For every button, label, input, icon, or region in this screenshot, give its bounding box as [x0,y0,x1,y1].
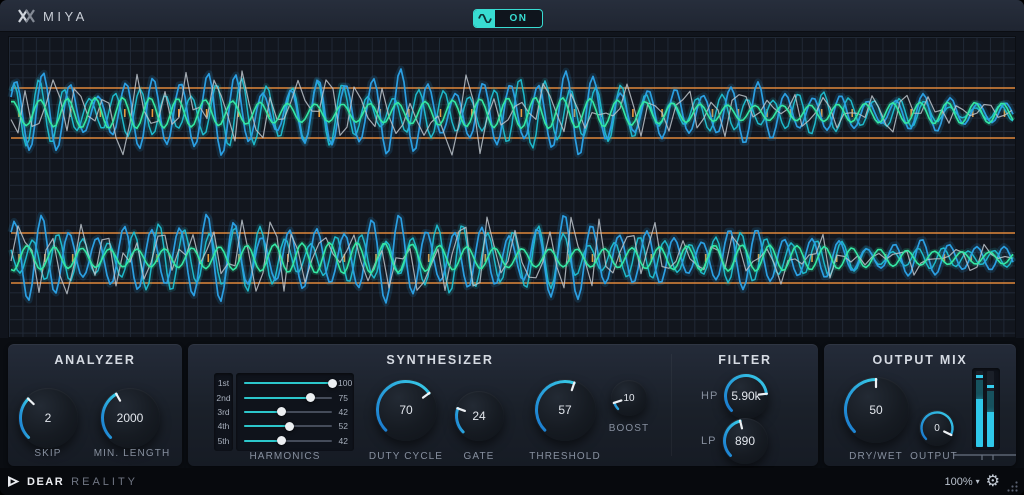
sine-wave-icon [474,10,495,27]
meter-bar-right [987,371,994,447]
output-mix-title: OUTPUT MIX [824,353,1016,367]
harmonic-slider-track[interactable] [244,397,332,399]
filter-title: FILTER [685,353,805,367]
hp-knob[interactable]: 5.90k [723,373,769,419]
synthesizer-panel: SYNTHESIZER 1st 2nd 3rd 4th 5th 100 75 [188,344,818,466]
harmonic-slider-track[interactable] [244,440,332,442]
harmonic-slider-row: 75 [244,391,348,405]
hp-label: HP [701,390,718,402]
output-knob[interactable]: 0 [919,410,955,446]
knob-value: 70 [375,379,437,441]
meter-link-line [954,452,1016,461]
brand-light-text: REALITY [71,476,138,488]
miya-plugin-window: MIYA ON ANALYZER 2 [0,0,1024,495]
knob-value: 890 [722,418,768,464]
knob-value: 2000 [100,388,160,448]
harmonic-slider-track[interactable] [244,382,332,384]
skip-knob[interactable]: 2 [18,388,78,448]
knob-value: 50 [843,377,909,443]
skip-label: SKIP [8,448,88,459]
miya-logo-icon [18,9,35,23]
harmonic-value: 75 [338,393,348,403]
harmonic-slider-handle[interactable] [277,407,286,416]
zoom-level-select[interactable]: 100% ▾ [945,476,980,488]
output-mix-panel: OUTPUT MIX 50 0 DRY/WET OUTPUT [824,344,1016,466]
lp-knob[interactable]: 890 [722,418,768,464]
dear-reality-brand: DEAR REALITY [8,475,138,488]
threshold-knob[interactable]: 57 [534,379,596,441]
harmonic-row-label: 3rd [214,407,233,417]
harmonic-slider-handle[interactable] [277,436,286,445]
boost-knob[interactable]: 10 [611,380,647,416]
harmonics-label-column: 1st 2nd 3rd 4th 5th [214,373,233,451]
knob-value: 24 [454,391,504,441]
title-bar: MIYA ON [0,0,1024,32]
knob-value: 5.90k [723,373,769,419]
dry-wet-knob[interactable]: 50 [843,377,909,443]
harmonic-row-label: 4th [214,421,233,431]
power-toggle-label: ON [495,10,542,27]
waveform-display [8,36,1016,338]
waveform-traces [9,37,1017,339]
meter-bar-left [976,371,983,447]
knob-value: 0 [919,410,955,446]
knob-value: 10 [611,380,647,416]
knob-value: 57 [534,379,596,441]
analyzer-panel: ANALYZER 2 2000 SKIP MIN. LENGTH [8,344,182,466]
brand-bold-text: DEAR [27,476,64,488]
harmonic-slider-handle[interactable] [328,379,337,388]
harmonic-slider-track[interactable] [244,425,332,427]
status-bar: DEAR REALITY 100% ▾ ⚙ [0,468,1024,495]
chevron-down-icon: ▾ [976,477,980,486]
zoom-level-value: 100% [945,476,973,488]
harmonic-slider-track[interactable] [244,411,332,413]
harmonics-sliders: 100 75 42 52 [236,373,354,451]
synthesizer-title: SYNTHESIZER [360,353,520,367]
analyzer-title: ANALYZER [8,353,182,367]
harmonic-value: 42 [338,407,348,417]
app-title: MIYA [43,9,88,24]
harmonic-value: 52 [338,421,348,431]
resize-grip[interactable] [1006,480,1018,492]
harmonic-slider-row: 100 [244,376,348,390]
min-length-knob[interactable]: 2000 [100,388,160,448]
harmonic-row-label: 2nd [214,393,233,403]
harmonic-slider-row: 42 [244,434,348,448]
harmonic-slider-handle[interactable] [306,393,315,402]
settings-gear-icon[interactable]: ⚙ [986,474,1000,490]
boost-label: BOOST [589,423,669,434]
harmonic-row-label: 1st [214,378,233,388]
duty-cycle-knob[interactable]: 70 [375,379,437,441]
harmonic-slider-handle[interactable] [285,422,294,431]
lp-label: LP [701,435,716,447]
harmonic-row-label: 5th [214,436,233,446]
harmonic-slider-row: 42 [244,405,348,419]
min-length-label: MIN. LENGTH [88,448,176,459]
power-toggle[interactable]: ON [473,9,543,28]
filter-section-divider [671,354,672,456]
gate-knob[interactable]: 24 [454,391,504,441]
threshold-label: THRESHOLD [505,451,625,462]
harmonic-value: 42 [338,436,348,446]
harmonics-label: HARMONICS [215,451,355,462]
dear-reality-logo-icon [8,475,21,488]
knob-value: 2 [18,388,78,448]
brand-logo: MIYA [18,0,88,32]
harmonic-value: 100 [338,378,352,388]
level-meter [972,368,1000,450]
harmonic-slider-row: 52 [244,419,348,433]
